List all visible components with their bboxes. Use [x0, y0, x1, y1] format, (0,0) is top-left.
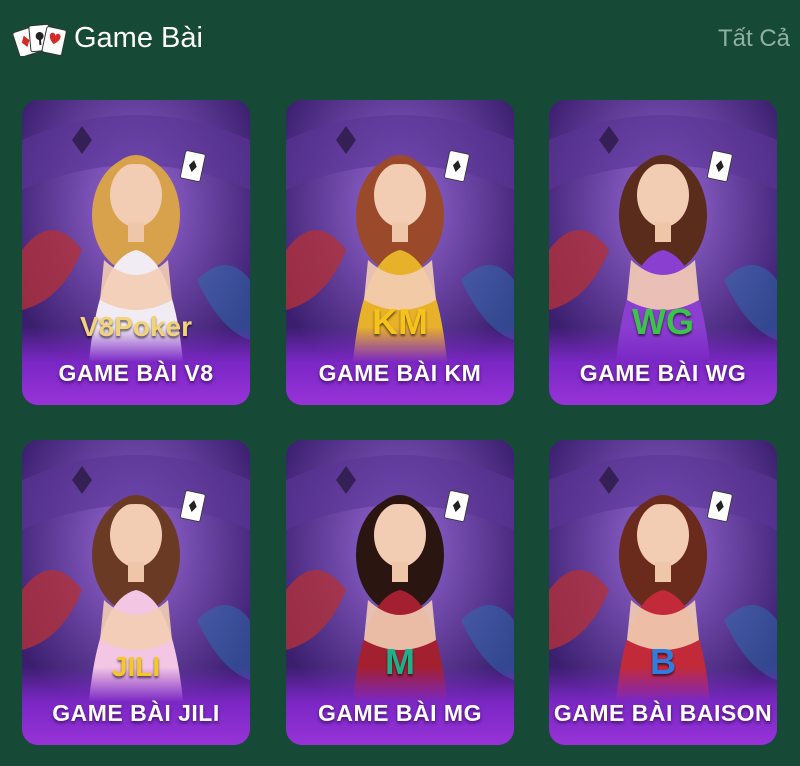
- playing-cards-icon: [12, 23, 67, 56]
- game-card[interactable]: V8Poker GAME BÀI V8: [22, 100, 250, 405]
- game-card[interactable]: B GAME BÀI BAISON: [549, 440, 777, 745]
- game-card[interactable]: M GAME BÀI MG: [286, 440, 514, 745]
- game-card[interactable]: KM GAME BÀI KM: [286, 100, 514, 405]
- game-card[interactable]: JILI GAME BÀI JILI: [22, 440, 250, 745]
- km-logo-icon: KM: [372, 301, 428, 342]
- game-card-label: GAME BÀI BAISON: [553, 700, 773, 726]
- baison-logo-icon: B: [650, 641, 676, 682]
- page-title: Game Bài: [74, 22, 203, 54]
- mg-logo-icon: M: [385, 641, 415, 682]
- game-card-label: GAME BÀI MG: [318, 700, 482, 726]
- game-card[interactable]: WG GAME BÀI WG: [549, 100, 777, 405]
- game-card-label: GAME BÀI JILI: [52, 700, 220, 726]
- wg-logo-icon: WG: [632, 301, 694, 342]
- see-all-link[interactable]: Tất Cả: [718, 25, 790, 53]
- game-card-label: GAME BÀI KM: [318, 360, 482, 386]
- jili-logo-icon: JILI: [111, 651, 161, 682]
- game-card-label: GAME BÀI WG: [579, 360, 747, 386]
- section-header: Game Bài Tất Cả: [0, 0, 800, 80]
- game-card-label: GAME BÀI V8: [58, 360, 214, 386]
- v8poker-logo-icon: V8Poker: [79, 311, 193, 342]
